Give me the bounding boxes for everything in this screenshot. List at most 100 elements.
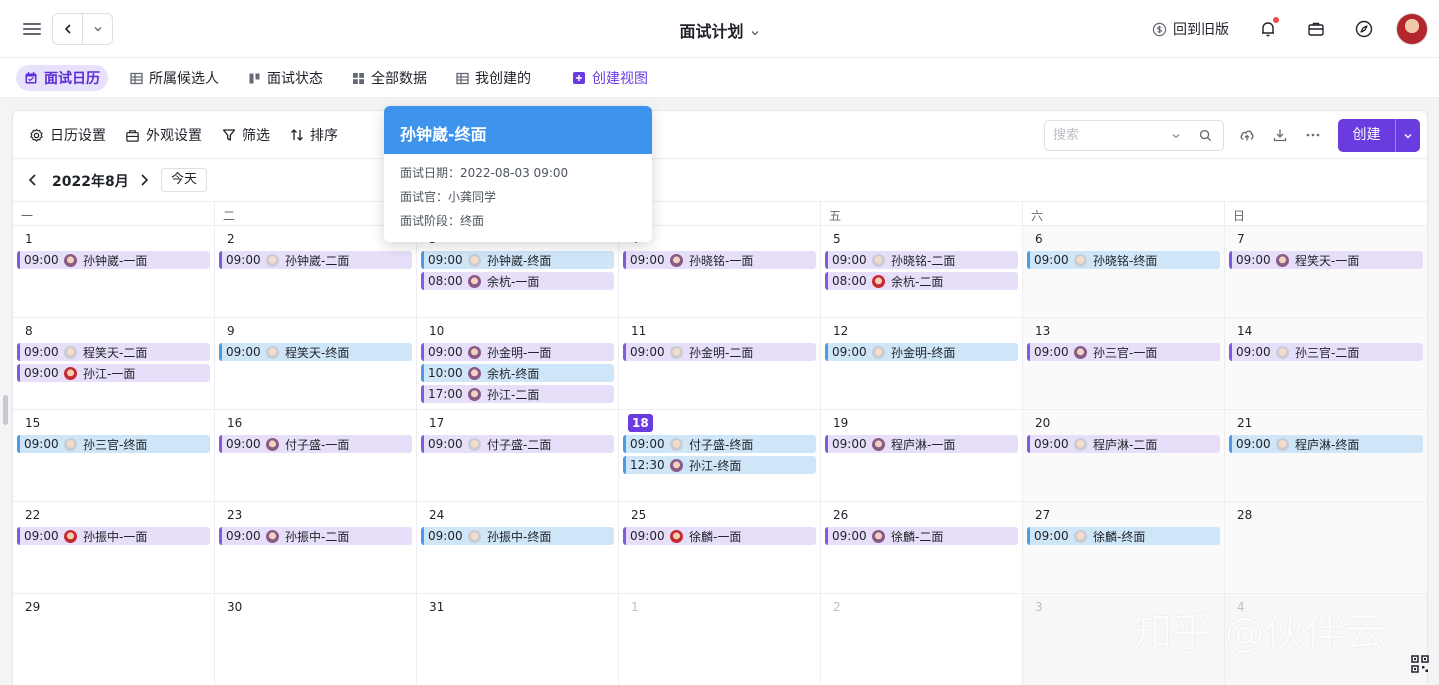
event-item[interactable]: 09:00孙三官-终面	[17, 435, 210, 453]
day-cell[interactable]: 1709:00付子盛-二面	[417, 410, 619, 501]
event-item[interactable]: 09:00孙三官-一面	[1027, 343, 1220, 361]
avatar	[64, 346, 77, 359]
create-dropdown[interactable]	[1396, 131, 1420, 141]
sort-button[interactable]: 排序	[290, 125, 338, 145]
day-cell[interactable]: 1209:00孙金明-终面	[821, 318, 1023, 409]
day-cell[interactable]: 29	[13, 594, 215, 685]
date-number: 3	[1035, 598, 1043, 616]
compass-icon[interactable]	[1354, 19, 1374, 39]
next-month-icon[interactable]	[136, 172, 152, 188]
upload-icon[interactable]	[1239, 127, 1255, 143]
event-item[interactable]: 08:00余杭-二面	[825, 272, 1018, 290]
today-button[interactable]: 今天	[161, 168, 207, 192]
day-cell[interactable]: 1309:00孙三官-一面	[1023, 318, 1225, 409]
event-item[interactable]: 09:00孙晓铭-一面	[623, 251, 816, 269]
day-cell[interactable]: 509:00孙晓铭-二面08:00余杭-二面	[821, 226, 1023, 317]
event-detail-popover[interactable]: 孙钟崴-终面 面试日期：2022-08-03 09:00 面试官：小龚同学 面试…	[384, 106, 652, 242]
day-cell[interactable]: 2309:00孙振中-二面	[215, 502, 417, 593]
avatar[interactable]	[1396, 13, 1428, 45]
event-item[interactable]: 09:00孙晓铭-二面	[825, 251, 1018, 269]
day-cell[interactable]: 1	[619, 594, 821, 685]
event-item[interactable]: 09:00程庐淋-终面	[1229, 435, 1423, 453]
day-cell[interactable]: 31	[417, 594, 619, 685]
event-item[interactable]: 09:00孙振中-终面	[421, 527, 614, 545]
day-cell[interactable]: 1509:00孙三官-终面	[13, 410, 215, 501]
calendar-settings-label: 日历设置	[50, 125, 106, 145]
day-cell[interactable]: 909:00程笑天-终面	[215, 318, 417, 409]
event-item[interactable]: 09:00孙金明-二面	[623, 343, 816, 361]
event-item[interactable]: 09:00徐麟-终面	[1027, 527, 1220, 545]
tab-all-data[interactable]: 全部数据	[344, 65, 435, 91]
event-item[interactable]: 09:00徐麟-二面	[825, 527, 1018, 545]
day-cell[interactable]: 2709:00徐麟-终面	[1023, 502, 1225, 593]
day-cell[interactable]: 2509:00徐麟-一面	[619, 502, 821, 593]
day-cell[interactable]: 1809:00付子盛-终面12:30孙江-终面	[619, 410, 821, 501]
event-item[interactable]: 09:00付子盛-二面	[421, 435, 614, 453]
tab-created-by-me[interactable]: 我创建的	[448, 65, 539, 91]
filter-button[interactable]: 筛选	[222, 125, 270, 145]
calendar-settings-button[interactable]: 日历设置	[29, 125, 106, 145]
day-cell[interactable]: 1909:00程庐淋-一面	[821, 410, 1023, 501]
event-item[interactable]: 09:00孙三官-二面	[1229, 343, 1423, 361]
download-icon[interactable]	[1272, 127, 1288, 143]
day-cell[interactable]: 109:00孙钟崴-一面	[13, 226, 215, 317]
event-item[interactable]: 12:30孙江-终面	[623, 456, 816, 474]
event-title: 孙钟崴-一面	[83, 252, 147, 269]
event-item[interactable]: 09:00孙江-一面	[17, 364, 210, 382]
tab-candidates[interactable]: 所属候选人	[122, 65, 227, 91]
chevron-down-icon[interactable]	[1171, 131, 1181, 141]
day-cell[interactable]: 30	[215, 594, 417, 685]
event-item[interactable]: 17:00孙江-二面	[421, 385, 614, 403]
old-version-button[interactable]: 回到旧版	[1152, 19, 1229, 39]
event-item[interactable]: 09:00孙钟崴-终面	[421, 251, 614, 269]
event-item[interactable]: 09:00程庐淋-二面	[1027, 435, 1220, 453]
event-time: 09:00	[1034, 345, 1072, 359]
event-item[interactable]: 09:00孙金明-一面	[421, 343, 614, 361]
create-view-button[interactable]: 创建视图	[564, 65, 656, 91]
prev-month-icon[interactable]	[25, 172, 41, 188]
day-cell[interactable]: 2109:00程庐淋-终面	[1225, 410, 1427, 501]
avatar	[1074, 254, 1087, 267]
appearance-settings-button[interactable]: 外观设置	[125, 125, 202, 145]
event-item[interactable]: 10:00余杭-终面	[421, 364, 614, 382]
event-item[interactable]: 09:00程庐淋-一面	[825, 435, 1018, 453]
day-cell[interactable]: 1609:00付子盛-一面	[215, 410, 417, 501]
event-item[interactable]: 09:00徐麟-一面	[623, 527, 816, 545]
day-cell[interactable]: 1109:00孙金明-二面	[619, 318, 821, 409]
day-cell[interactable]: 2009:00程庐淋-二面	[1023, 410, 1225, 501]
event-item[interactable]: 09:00孙晓铭-终面	[1027, 251, 1220, 269]
day-cell[interactable]: 2409:00孙振中-终面	[417, 502, 619, 593]
day-cell[interactable]: 2	[821, 594, 1023, 685]
day-cell[interactable]: 809:00程笑天-二面09:00孙江-一面	[13, 318, 215, 409]
event-item[interactable]: 09:00孙振中-一面	[17, 527, 210, 545]
day-cell[interactable]: 1009:00孙金明-一面10:00余杭-终面17:00孙江-二面	[417, 318, 619, 409]
event-item[interactable]: 08:00余杭-一面	[421, 272, 614, 290]
tab-interview-calendar[interactable]: 面试日历	[16, 65, 108, 91]
event-time: 09:00	[630, 345, 668, 359]
day-cell[interactable]: 1409:00孙三官-二面	[1225, 318, 1427, 409]
date-number: 28	[1237, 506, 1252, 524]
event-item[interactable]: 09:00程笑天-一面	[1229, 251, 1423, 269]
day-cell[interactable]: 28	[1225, 502, 1427, 593]
more-icon[interactable]	[1305, 127, 1321, 143]
event-item[interactable]: 09:00付子盛-终面	[623, 435, 816, 453]
event-item[interactable]: 09:00程笑天-终面	[219, 343, 412, 361]
event-item[interactable]: 09:00孙钟崴-一面	[17, 251, 210, 269]
event-item[interactable]: 09:00孙金明-终面	[825, 343, 1018, 361]
tab-interview-status[interactable]: 面试状态	[240, 65, 331, 91]
day-cell[interactable]: 709:00程笑天-一面	[1225, 226, 1427, 317]
event-item[interactable]: 09:00孙钟崴-二面	[219, 251, 412, 269]
qr-code-icon[interactable]	[1410, 654, 1430, 674]
scrollbar[interactable]	[3, 395, 8, 425]
day-cell[interactable]: 2609:00徐麟-二面	[821, 502, 1023, 593]
search-input[interactable]	[1053, 128, 1163, 143]
search-icon[interactable]	[1199, 129, 1212, 142]
event-item[interactable]: 09:00付子盛-一面	[219, 435, 412, 453]
briefcase-icon[interactable]	[1306, 19, 1326, 39]
event-item[interactable]: 09:00孙振中-二面	[219, 527, 412, 545]
day-cell[interactable]: 609:00孙晓铭-终面	[1023, 226, 1225, 317]
day-cell[interactable]: 2209:00孙振中-一面	[13, 502, 215, 593]
create-button[interactable]: 创建	[1338, 119, 1420, 152]
avatar	[64, 438, 77, 451]
event-item[interactable]: 09:00程笑天-二面	[17, 343, 210, 361]
